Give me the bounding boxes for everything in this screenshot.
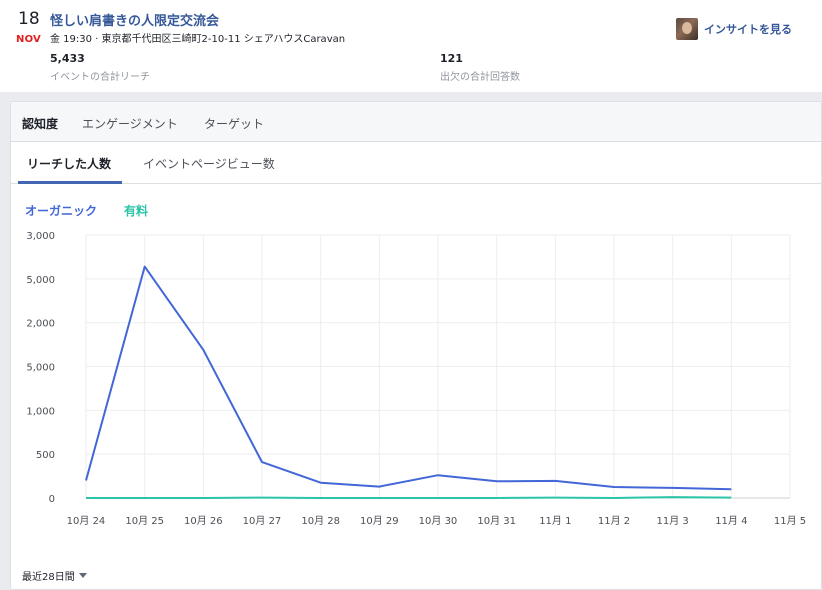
x-tick-label: 10月 24	[67, 515, 106, 527]
insights-panel: 認知度 エンゲージメント ターゲット リーチした人数 イベントページビュー数 オ…	[10, 101, 822, 590]
x-tick-label: 11月 4	[715, 515, 747, 527]
x-tick-label: 10月 31	[477, 515, 516, 527]
date-range-dropdown[interactable]: 最近28日間	[22, 568, 87, 583]
x-tick-label: 10月 29	[360, 515, 399, 527]
y-tick-label: 2,000	[26, 319, 55, 330]
x-tick-label: 11月 5	[774, 515, 806, 527]
stat-value: 121	[440, 52, 463, 65]
y-tick-label: 5,000	[26, 275, 55, 286]
x-tick-label: 10月 30	[419, 515, 458, 527]
stat-label: 出欠の合計回答数	[440, 72, 520, 83]
x-tick-label: 10月 26	[184, 515, 223, 527]
stat-total-reach: 5,433 イベントの合計リーチ	[50, 52, 150, 83]
y-tick-label: 0	[49, 494, 55, 505]
event-meta: 金 19:30 · 東京都千代田区三崎町2-10-11 シェアハウスCarava…	[50, 34, 346, 45]
x-tick-label: 10月 25	[125, 515, 164, 527]
reach-line-chart: 0 500 1,000 5,000 2,000 5,000 3,000 10月 24 10月 2…	[26, 231, 806, 527]
x-tick-label: 11月 1	[539, 515, 571, 527]
event-header: 18 NOV 怪しい肩書きの人限定交流会 金 19:30 · 東京都千代田区三崎…	[0, 0, 822, 92]
series-paid-line	[86, 496, 732, 499]
stat-label: イベントの合計リーチ	[50, 72, 150, 83]
x-tick-label: 10月 27	[243, 515, 282, 527]
stat-value: 5,433	[50, 52, 85, 65]
x-tick-label: 11月 3	[657, 515, 689, 527]
event-title-link[interactable]: 怪しい肩書きの人限定交流会	[50, 10, 219, 29]
x-tick-label: 10月 28	[301, 515, 340, 527]
avatar	[676, 18, 698, 40]
view-insights-button[interactable]: インサイトを見る	[676, 18, 792, 40]
view-insights-label: インサイトを見る	[704, 23, 792, 36]
date-range-label: 最近28日間	[22, 572, 75, 583]
chevron-down-icon	[78, 573, 87, 578]
y-tick-label: 5,000	[26, 363, 55, 374]
x-tick-label: 11月 2	[598, 515, 630, 527]
y-tick-label: 1,000	[26, 406, 55, 417]
event-day: 18	[18, 9, 40, 29]
stat-total-responses: 121 出欠の合計回答数	[440, 52, 520, 83]
y-tick-label: 3,000	[26, 231, 55, 242]
series-organic-line	[85, 265, 732, 491]
y-tick-label: 500	[36, 450, 55, 461]
event-month: NOV	[16, 34, 41, 45]
